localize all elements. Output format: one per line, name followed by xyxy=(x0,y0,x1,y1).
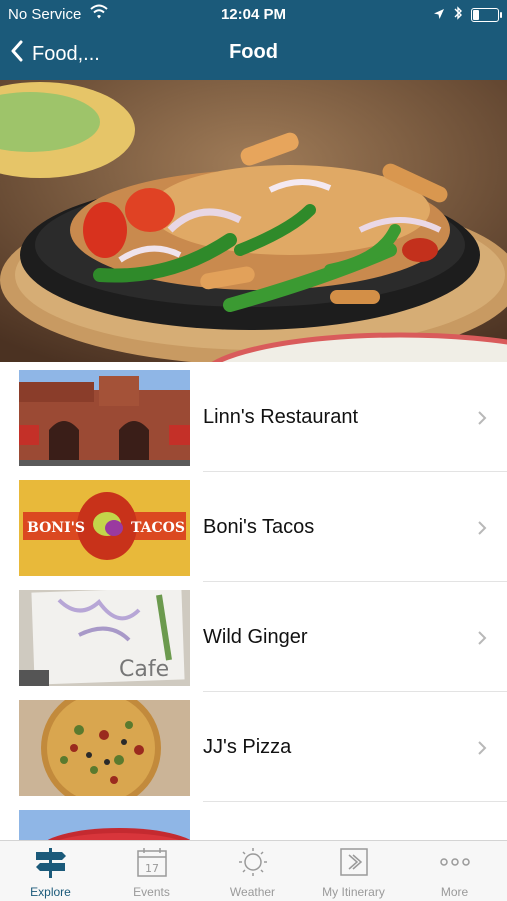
bluetooth-icon xyxy=(453,5,463,25)
chevron-right-icon xyxy=(477,626,487,652)
restaurant-thumbnail xyxy=(19,370,190,466)
top-bar: No Service 12:04 PM Food,... Food xyxy=(0,0,507,80)
sign-text: Cafe xyxy=(119,657,169,682)
tab-my-itinerary[interactable]: My Itinerary xyxy=(303,841,404,901)
restaurant-name: Wild Ginger xyxy=(203,626,308,648)
tab-events[interactable]: 17 Events xyxy=(101,841,202,901)
nav-bar: Food,... Food xyxy=(0,28,507,80)
restaurant-name: Boni's Tacos xyxy=(203,516,315,538)
sun-icon xyxy=(202,846,303,878)
tab-explore[interactable]: Explore xyxy=(0,841,101,901)
restaurant-thumbnail xyxy=(19,810,190,840)
logo-text-left: BONI'S xyxy=(27,520,85,536)
restaurant-thumbnail xyxy=(19,700,190,796)
more-icon xyxy=(404,846,505,878)
restaurant-name: JJ's Pizza xyxy=(203,736,292,758)
battery-level xyxy=(473,10,479,20)
list-item[interactable]: JJ's Pizza xyxy=(0,692,507,802)
chevron-left-icon xyxy=(10,40,24,68)
status-right xyxy=(433,5,502,25)
calendar-day: 17 xyxy=(145,862,159,875)
chevron-right-icon xyxy=(477,736,487,762)
location-arrow-icon xyxy=(433,7,445,24)
chevron-right-icon xyxy=(477,406,487,432)
tab-more[interactable]: More xyxy=(404,841,505,901)
restaurant-list: Linn's Restaurant BONI'S TACOS Boni's Ta… xyxy=(0,362,507,840)
back-button[interactable]: Food,... xyxy=(10,40,100,68)
list-item[interactable]: BONI'S TACOS Boni's Tacos xyxy=(0,472,507,582)
tab-label: Events xyxy=(133,885,170,899)
battery-icon xyxy=(471,8,502,22)
hero-image xyxy=(0,80,507,362)
tab-label: Weather xyxy=(229,885,276,899)
itinerary-icon xyxy=(303,846,404,878)
tab-label: More xyxy=(440,885,469,899)
restaurant-thumbnail: Cafe xyxy=(19,590,190,686)
list-item[interactable]: Linn's Restaurant xyxy=(0,362,507,472)
list-item[interactable] xyxy=(0,802,507,840)
calendar-icon: 17 xyxy=(101,846,202,878)
back-label: Food,... xyxy=(32,42,100,65)
restaurant-thumbnail: BONI'S TACOS xyxy=(19,480,190,576)
logo-text-right: TACOS xyxy=(131,520,185,536)
list-item[interactable]: Cafe Wild Ginger xyxy=(0,582,507,692)
signpost-icon xyxy=(0,846,101,878)
tab-label: Explore xyxy=(30,885,71,899)
tab-weather[interactable]: Weather xyxy=(202,841,303,901)
status-bar: No Service 12:04 PM xyxy=(0,0,507,28)
tab-label: My Itinerary xyxy=(322,885,385,899)
status-time: 12:04 PM xyxy=(220,6,287,23)
tab-bar: Explore 17 Events Weather My Itinerary M… xyxy=(0,840,507,901)
chevron-right-icon xyxy=(477,516,487,542)
restaurant-name: Linn's Restaurant xyxy=(203,406,359,428)
